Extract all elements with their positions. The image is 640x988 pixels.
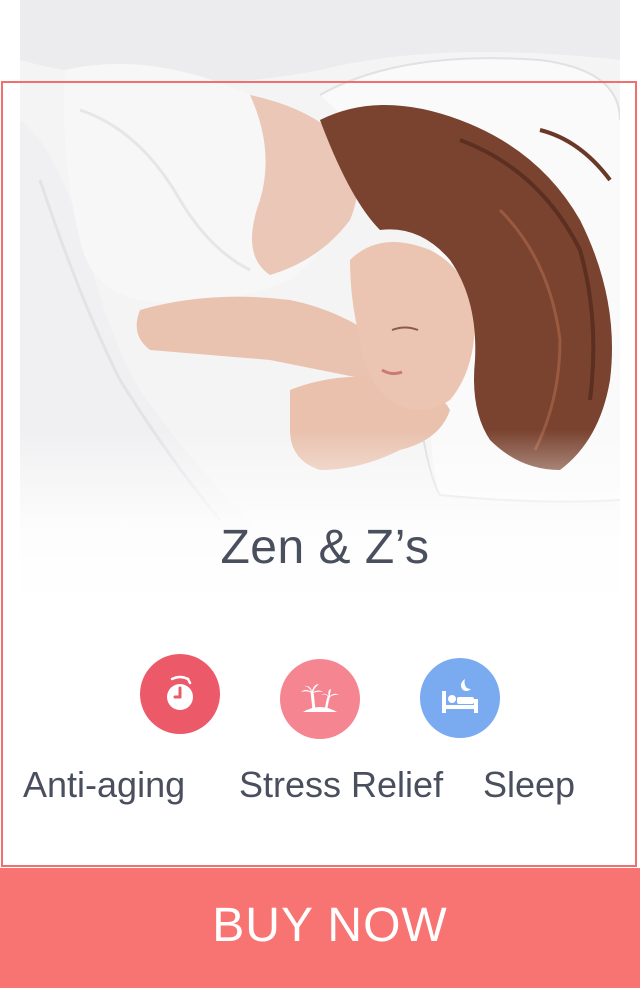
benefit-label-anti-aging: Anti-aging [23,764,186,805]
benefit-label-sleep: Sleep [483,764,576,805]
hero-image [20,0,620,610]
buy-now-button[interactable]: BUY NOW [0,868,640,988]
product-title: Zen & Z’s [220,521,430,574]
bed-moon-icon [420,658,500,738]
palm-island-icon [280,659,360,739]
benefit-label-stress-relief: Stress Relief [239,764,444,805]
stopwatch-icon [140,654,220,734]
product-page: Zen & Z’s Anti-aging Stress Relief Sleep… [0,0,640,988]
